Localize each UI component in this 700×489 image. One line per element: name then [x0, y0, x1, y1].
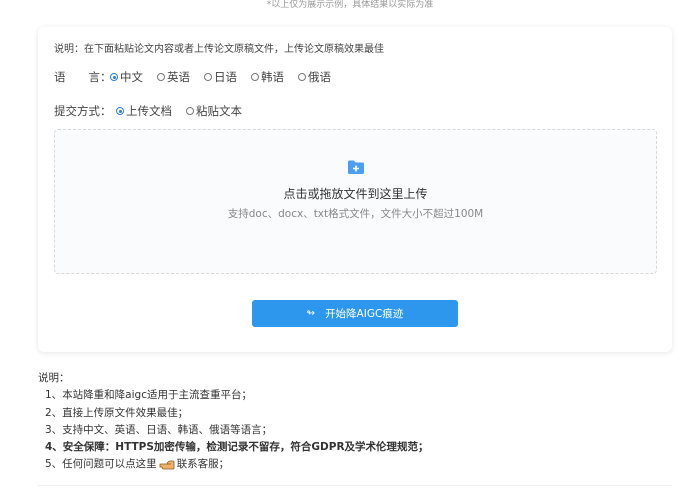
language-option-chinese[interactable]: 中文	[110, 69, 143, 85]
language-option-label: 中文	[120, 70, 143, 84]
disclaimer-note: *以上仅为展示示例，具体结果以实际为准	[266, 0, 434, 10]
dropzone-hint: 支持doc、docx、txt格式文件，文件大小不超过100M	[227, 208, 484, 220]
notes-section: 说明： 1、本站降重和降aigc适用于主流查重平台； 2、直接上传原文件效果最佳…	[38, 370, 429, 474]
language-option-korean[interactable]: 韩语	[251, 69, 284, 85]
language-option-label: 日语	[214, 70, 237, 84]
language-label: 语 言：	[54, 70, 112, 84]
start-button-label: 开始降AIGC痕迹	[325, 308, 404, 320]
note-item-text: 5、任何问题可以点这里	[45, 458, 157, 471]
radio-icon	[186, 107, 194, 115]
submit-option-paste[interactable]: 粘贴文本	[186, 103, 242, 119]
upload-card: 说明：在下面粘贴论文内容或者上传论文原稿文件，上传论文原稿效果最佳 语 言： 中…	[38, 27, 672, 352]
radio-selected-icon	[110, 73, 118, 81]
submit-method-label: 提交方式：	[54, 104, 112, 118]
pointing-hand-icon[interactable]	[159, 459, 175, 470]
bottom-divider	[38, 485, 672, 486]
radio-icon	[298, 73, 306, 81]
language-option-label: 英语	[167, 70, 190, 84]
notes-title: 说明：	[38, 372, 70, 384]
folder-plus-icon	[348, 160, 364, 174]
radio-selected-icon	[116, 107, 124, 115]
dropzone-title: 点击或拖放文件到这里上传	[283, 187, 428, 201]
language-option-english[interactable]: 英语	[157, 69, 190, 85]
note-item-security: 4、安全保障：HTTPS加密传输，检测记录不留存，符合GDPR及学术伦理规范；	[45, 441, 429, 454]
note-item: 3、支持中文、英语、日语、韩语、俄语等语言；	[45, 423, 273, 436]
radio-icon	[251, 73, 259, 81]
submit-method-row: 提交方式： 上传文档 粘贴文本	[54, 103, 256, 119]
language-row: 语 言： 中文 英语 日语 韩语 俄语	[54, 69, 345, 85]
submit-option-upload[interactable]: 上传文档	[116, 103, 172, 119]
language-option-russian[interactable]: 俄语	[298, 69, 331, 85]
note-item-contact: 5、任何问题可以点这里 联系客服；	[38, 456, 429, 473]
radio-icon	[204, 73, 212, 81]
note-item: 1、本站降重和降aigc适用于主流查重平台；	[45, 389, 252, 402]
radio-icon	[157, 73, 165, 81]
start-reduce-aigc-button[interactable]: ↬ 开始降AIGC痕迹	[252, 300, 458, 327]
file-dropzone[interactable]: 点击或拖放文件到这里上传 支持doc、docx、txt格式文件，文件大小不超过1…	[54, 129, 657, 274]
language-option-label: 韩语	[261, 70, 284, 84]
note-item: 2、直接上传原文件效果最佳；	[45, 406, 189, 419]
submit-option-label: 上传文档	[126, 104, 172, 118]
language-option-japanese[interactable]: 日语	[204, 69, 237, 85]
intro-text: 说明：在下面粘贴论文内容或者上传论文原稿文件，上传论文原稿效果最佳	[54, 44, 384, 55]
language-option-label: 俄语	[308, 70, 331, 84]
arrow-icon: ↬	[306, 308, 316, 319]
contact-support-link[interactable]: 联系客服；	[177, 458, 230, 470]
submit-option-label: 粘贴文本	[196, 104, 242, 118]
